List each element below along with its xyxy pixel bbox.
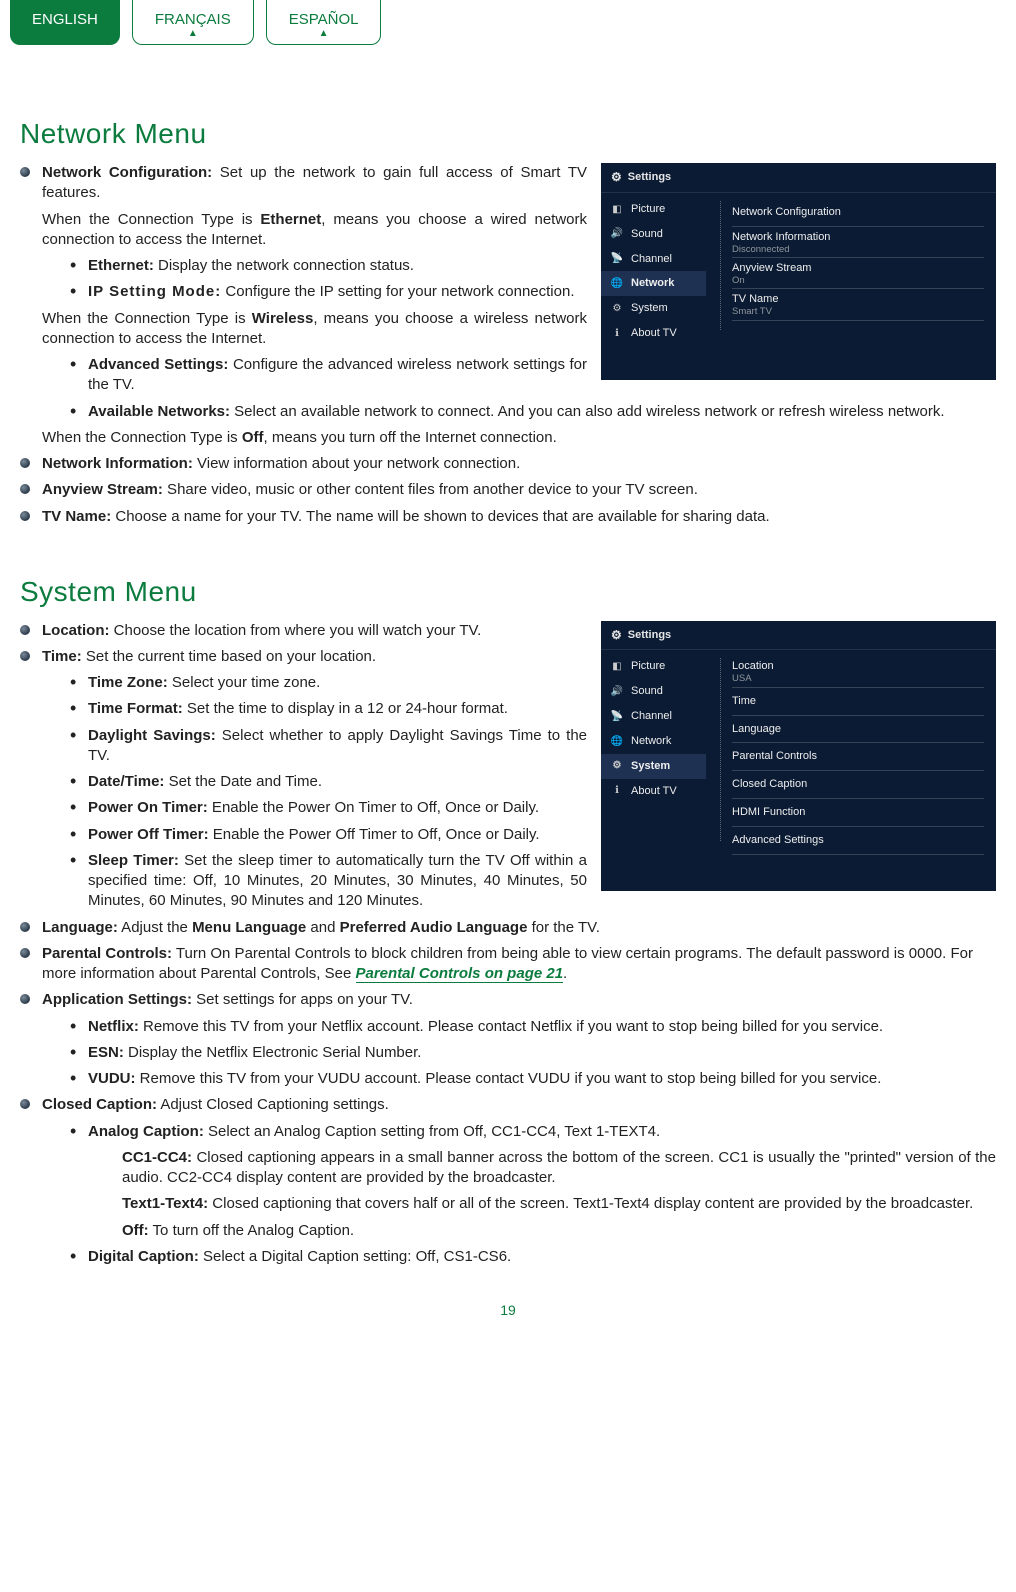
list-item: VUDU: Remove this TV from your VUDU acco… [70,1069,996,1089]
tab-francais-label: FRANÇAIS [155,11,231,28]
list-item: Anyview Stream: Share video, music or ot… [20,480,996,500]
tab-francais[interactable]: FRANÇAIS ▲ [132,0,254,45]
list-item: Location: Choose the location from where… [20,621,996,641]
list-item: Ethernet: Display the network connection… [70,256,996,276]
list-item: Network Configuration: Set up the networ… [20,163,996,448]
list-item: Date/Time: Set the Date and Time. [70,772,996,792]
list-item: IP Setting Mode: Configure the IP settin… [70,282,996,302]
link-parental-controls[interactable]: Parental Controls on page 21 [356,965,564,983]
list-item: Closed Caption: Adjust Closed Captioning… [20,1095,996,1267]
list-item: TV Name: Choose a name for your TV. The … [20,507,996,527]
list-item: Power On Timer: Enable the Power On Time… [70,798,996,818]
list-item: Time: Set the current time based on your… [20,647,996,912]
system-menu-list: Location: Choose the location from where… [20,621,996,1268]
list-item: Application Settings: Set settings for a… [20,990,996,1089]
list-item: Sleep Timer: Set the sleep timer to auto… [70,851,996,912]
list-item: Digital Caption: Select a Digital Captio… [70,1247,996,1267]
list-item: ESN: Display the Netflix Electronic Seri… [70,1043,996,1063]
tab-espanol-label: ESPAÑOL [289,11,359,28]
list-item: Daylight Savings: Select whether to appl… [70,726,996,767]
list-item: Advanced Settings: Configure the advance… [70,355,996,396]
heading-system-menu: System Menu [20,573,996,611]
chevron-up-icon: ▲ [155,30,231,38]
chevron-up-icon: ▲ [289,30,359,38]
tab-espanol[interactable]: ESPAÑOL ▲ [266,0,382,45]
list-item: Language: Adjust the Menu Language and P… [20,918,996,938]
list-item: Time Zone: Select your time zone. [70,673,996,693]
network-menu-list: Network Configuration: Set up the networ… [20,163,996,527]
list-item: Netflix: Remove this TV from your Netfli… [70,1017,996,1037]
tab-english[interactable]: ENGLISH [10,0,120,45]
list-item: Network Information: View information ab… [20,454,996,474]
page-number: 19 [20,1301,996,1320]
list-item: Analog Caption: Select an Analog Caption… [70,1122,996,1241]
list-item: Parental Controls: Turn On Parental Cont… [20,944,996,985]
language-tabs: ENGLISH FRANÇAIS ▲ ESPAÑOL ▲ [10,0,996,45]
list-item: Time Format: Set the time to display in … [70,699,996,719]
heading-network-menu: Network Menu [20,115,996,153]
list-item: Available Networks: Select an available … [70,402,996,422]
list-item: Power Off Timer: Enable the Power Off Ti… [70,825,996,845]
